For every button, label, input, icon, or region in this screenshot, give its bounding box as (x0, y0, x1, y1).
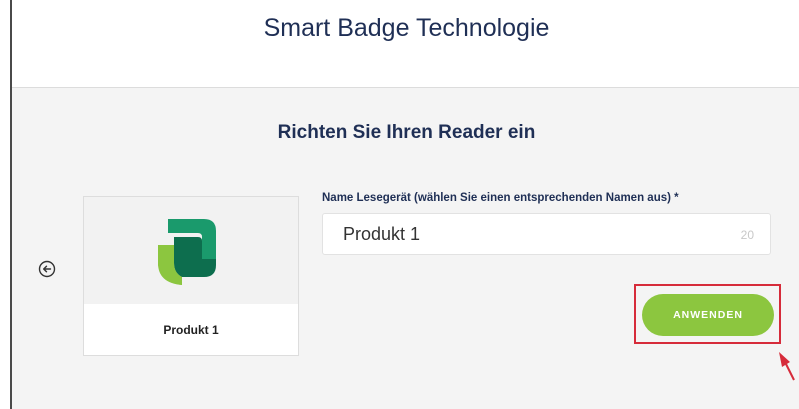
page-heading: Richten Sie Ihren Reader ein (277, 122, 536, 143)
main-content: Richten Sie Ihren Reader ein Produkt 1 N… (12, 88, 799, 409)
product-card-image (84, 197, 298, 304)
reader-name-value[interactable]: Produkt 1 (343, 224, 420, 245)
reader-name-input[interactable]: Produkt 1 20 (322, 213, 771, 255)
char-counter: 20 (740, 228, 754, 242)
product-card[interactable]: Produkt 1 (83, 196, 299, 356)
header: Smart Badge Technologie (12, 0, 799, 88)
reader-name-label: Name Lesegerät (wählen Sie einen entspre… (322, 192, 679, 204)
app-title: Smart Badge Technologie (263, 14, 550, 42)
apply-button[interactable]: ANWENDEN (642, 294, 774, 336)
product-card-label: Produkt 1 (163, 323, 219, 337)
circle-arrow-left-icon[interactable] (38, 260, 56, 278)
app-frame: Smart Badge Technologie Richten Sie Ihre… (10, 0, 799, 409)
red-arrow-icon (779, 352, 795, 381)
green-logo-icon (158, 219, 216, 285)
